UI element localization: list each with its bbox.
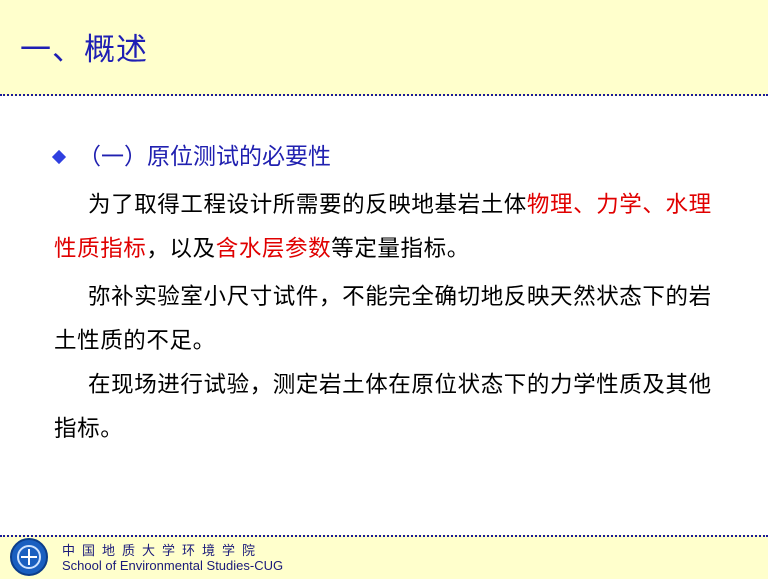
diamond-bullet-icon (51, 149, 67, 165)
paragraph-1-text-b: ，以及 (146, 236, 216, 262)
footer-institution-cn: 中国地质大学环境学院 (62, 544, 263, 559)
paragraph-1: 为了取得工程设计所需要的反映地基岩土体物理、力学、水理性质指标，以及含水层参数等… (54, 183, 730, 271)
section-heading: （一）原位测试的必要性 (51, 142, 331, 172)
paragraph-3: 在现场进行试验，测定岩土体在原位状态下的力学性质及其他指标。 (54, 372, 712, 442)
page-title: 一、概述 (20, 32, 148, 68)
paragraph-2: 弥补实验室小尺寸试件，不能完全确切地反映天然状态下的岩土性质的不足。 (54, 284, 712, 354)
footer-institution-en: School of Environmental Studies-CUG (62, 558, 284, 573)
paragraph-1-highlight-aquifer: 含水层参数 (215, 236, 332, 262)
paragraph-1-text-c: 等定量指标。 (331, 236, 470, 262)
header-band: 一、概述 (0, 0, 768, 96)
university-logo-icon (10, 538, 48, 576)
paragraph-1-text-a: 为了取得工程设计所需要的反映地基岩土体 (88, 192, 527, 218)
section-heading-text: （一）原位测试的必要性 (78, 144, 331, 170)
